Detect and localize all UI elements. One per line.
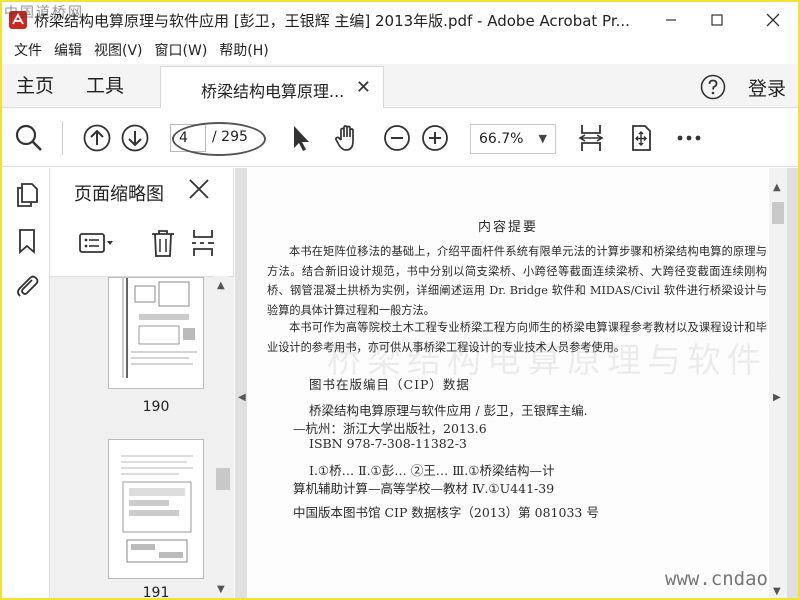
scroll-up-icon[interactable]: ▲ xyxy=(773,182,781,193)
abstract-paragraph-1: 本书在矩阵位移法的基础上，介绍平面杆件系统有限单元法的计算步骤和桥梁结构电算的原… xyxy=(267,245,767,317)
thumbnail-label-190: 190 xyxy=(142,399,170,415)
hand-tool-icon[interactable] xyxy=(332,123,362,153)
page-thumbnail-191[interactable] xyxy=(108,439,204,579)
login-button[interactable]: 登录 xyxy=(748,74,786,101)
delete-icon[interactable] xyxy=(150,228,176,258)
page-total: / 295 xyxy=(212,129,248,145)
thumbnail-preview xyxy=(121,455,193,563)
zoom-select[interactable]: 66.7% ▼ xyxy=(470,124,556,154)
thumbnail-panel: 页面缩略图 190 191 ▲ ▼ xyxy=(50,168,234,600)
maximize-icon xyxy=(711,14,723,26)
previous-page-icon[interactable] xyxy=(82,123,112,153)
minimize-button[interactable] xyxy=(648,2,694,38)
window-title: 桥梁结构电算原理与软件应用 [彭卫，王银辉 主编] 2013年版.pdf - A… xyxy=(34,12,630,30)
page-number-input[interactable]: 4 xyxy=(170,124,206,152)
next-page-icon[interactable] xyxy=(120,123,150,153)
search-icon[interactable] xyxy=(14,123,44,153)
document-view[interactable]: ◀ 桥梁结构电算原理与软件应用 内容提要 本书在矩阵位移法的基础上，介绍平面杆件… xyxy=(235,168,798,598)
tab-document[interactable]: 桥梁结构电算原理... ✕ xyxy=(160,66,384,108)
close-tab-icon[interactable]: ✕ xyxy=(356,77,371,98)
tab-bar: 主页 工具 桥梁结构电算原理... ✕ 登录 xyxy=(2,64,798,108)
bookmark-icon[interactable] xyxy=(14,228,40,254)
title-bar: 桥梁结构电算原理与软件应用 [彭卫，王银辉 主编] 2013年版.pdf - A… xyxy=(2,2,798,38)
cip-line: ISBN 978-7-308-11382-3 xyxy=(309,436,467,451)
page-thumbnail-190[interactable] xyxy=(108,277,204,389)
acrobat-window: 桥梁结构电算原理与软件应用 [彭卫，王银辉 主编] 2013年版.pdf - A… xyxy=(0,0,800,600)
menu-window[interactable]: 窗口(W) xyxy=(149,38,214,64)
more-tools-icon[interactable] xyxy=(674,123,704,153)
close-panel-icon[interactable] xyxy=(188,178,210,200)
zoom-in-icon[interactable] xyxy=(420,123,450,153)
help-icon[interactable] xyxy=(700,74,726,100)
minimize-icon xyxy=(666,19,676,21)
document-scroll-handle[interactable] xyxy=(772,202,784,224)
close-icon xyxy=(766,13,780,27)
cip-line: 中国版本图书馆 CIP 数据核字（2013）第 081033 号 xyxy=(293,505,599,520)
full-screen-icon[interactable] xyxy=(626,123,656,153)
scroll-down-icon[interactable]: ▼ xyxy=(217,584,225,595)
thumbnail-scrollbar[interactable]: ▲ ▼ xyxy=(214,276,230,598)
panel-title: 页面缩略图 xyxy=(74,184,164,205)
tab-tools[interactable]: 工具 xyxy=(86,64,124,108)
menu-help[interactable]: 帮助(H) xyxy=(213,38,274,64)
document-page: 桥梁结构电算原理与软件应用 内容提要 本书在矩阵位移法的基础上，介绍平面杆件系统… xyxy=(247,168,769,598)
scroll-up-icon[interactable]: ▲ xyxy=(217,280,225,291)
page-thumbnails-icon[interactable] xyxy=(14,182,40,208)
maximize-button[interactable] xyxy=(694,2,740,38)
collapse-left-icon[interactable]: ◀ xyxy=(238,392,246,403)
attachment-icon[interactable] xyxy=(14,272,40,298)
cip-line: 桥梁结构电算原理与软件应用 / 彭卫，王银辉主编. xyxy=(309,403,588,418)
toolbar-divider xyxy=(62,121,63,155)
zoom-value: 66.7% xyxy=(479,131,524,147)
menu-bar: 文件 编辑 视图(V) 窗口(W) 帮助(H) xyxy=(2,38,798,64)
select-cursor-icon[interactable] xyxy=(286,123,316,153)
cip-line: —杭州：浙江大学出版社，2013.6 xyxy=(293,421,487,436)
cip-line: Ⅰ.①桥… Ⅱ.①彭… ②王… Ⅲ.①桥梁结构—计 xyxy=(309,463,555,478)
expand-right-icon[interactable]: ▶ xyxy=(773,392,781,403)
cip-line: 算机辅助计算—高等学校—教材 Ⅳ.①U441-39 xyxy=(293,481,555,496)
thumbnail-preview xyxy=(122,278,197,378)
menu-edit[interactable]: 编辑 xyxy=(48,38,88,64)
close-window-button[interactable] xyxy=(750,2,796,38)
menu-view[interactable]: 视图(V) xyxy=(88,38,149,64)
abstract-paragraph-2: 本书可作为高等院校土木工程专业桥梁工程方向师生的桥梁电算课程参考教材以及课程设计… xyxy=(267,321,767,354)
document-scrollbar[interactable]: ▲ ▶ ▼ xyxy=(769,168,787,598)
document-tab-label: 桥梁结构电算原理... xyxy=(201,82,345,101)
thumbnail-options-icon[interactable] xyxy=(78,228,116,258)
fit-page-icon[interactable] xyxy=(576,123,606,153)
thumbnail-list: 190 191 xyxy=(50,276,234,600)
tab-home[interactable]: 主页 xyxy=(16,64,54,108)
zoom-out-icon[interactable] xyxy=(382,123,412,153)
thumbnail-label-191: 191 xyxy=(142,585,170,600)
site-watermark-bottom: www.cndao.com xyxy=(665,568,769,590)
extract-page-icon[interactable] xyxy=(190,228,216,258)
scroll-down-icon[interactable]: ▼ xyxy=(773,586,781,597)
menu-file[interactable]: 文件 xyxy=(8,38,48,64)
chevron-down-icon: ▼ xyxy=(538,132,547,145)
acrobat-app-icon xyxy=(9,11,27,29)
cip-heading: 图书在版编目（CIP）数据 xyxy=(309,377,470,392)
abstract-heading: 内容提要 xyxy=(477,220,538,235)
thumbnail-scroll-handle[interactable] xyxy=(216,468,230,490)
navigation-pane xyxy=(2,168,50,598)
toolbar: 4 / 295 66.7% ▼ xyxy=(2,109,798,167)
